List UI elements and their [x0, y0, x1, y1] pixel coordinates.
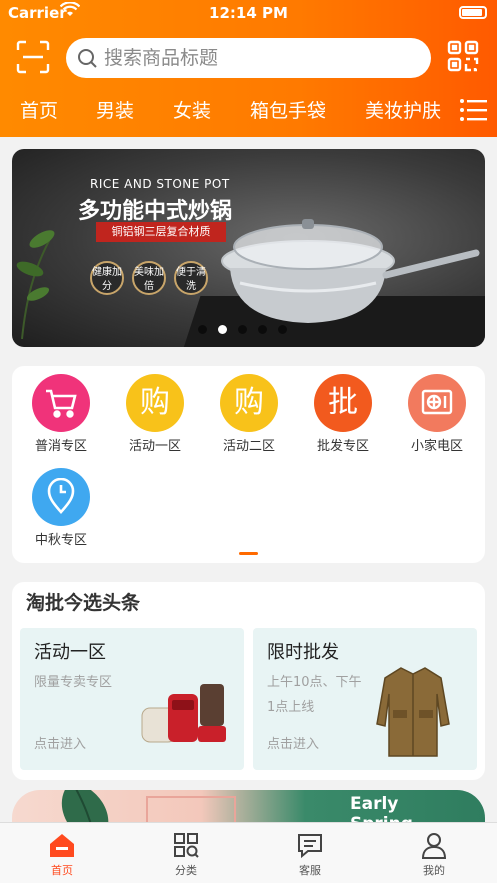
category-label: 批发专区 [316, 439, 369, 454]
nav-tab-beauty[interactable]: 美妆护肤 [365, 96, 441, 123]
tab-label: 分类 [175, 864, 197, 877]
battery-icon [459, 6, 487, 19]
clock: 12:14 PM [209, 4, 288, 22]
banner-ribbon: 铜铝钢三层复合材质 [96, 222, 226, 242]
search-icon [76, 47, 98, 69]
category-label: 中秋专区 [34, 533, 87, 548]
tab-service[interactable]: 客服 [248, 823, 372, 883]
buy-icon: 购 [126, 374, 184, 432]
tab-category[interactable]: 分类 [124, 823, 248, 883]
nav-tab-menswear[interactable]: 男装 [96, 96, 134, 123]
category-label: 活动一区 [128, 439, 181, 454]
category-label: 普消专区 [34, 439, 87, 454]
wok-image [221, 219, 480, 323]
qr-code-icon[interactable] [446, 39, 480, 73]
section-title: 淘批今选头条 [26, 592, 141, 614]
card-link[interactable]: 点击进入 [267, 733, 319, 752]
headline-card-wholesale[interactable]: 限时批发 上午10点、下午1点上线 点击进入 [253, 628, 477, 770]
tab-profile[interactable]: 我的 [372, 823, 496, 883]
category-item[interactable]: 中秋专区 [16, 462, 106, 552]
category-nav: 首页 男装 女装 箱包手袋 美妆护肤 [0, 90, 497, 130]
header: Carrier 12:14 PM 首页 男装 女装 箱包手袋 美妆护肤 [0, 0, 497, 137]
banner-badge: 健康加分 [90, 261, 124, 295]
nav-tab-bags[interactable]: 箱包手袋 [250, 96, 326, 123]
scan-icon[interactable] [14, 38, 52, 76]
appliance-icon [408, 374, 466, 432]
bottom-tab-bar: 首页 分类 客服 我的 [0, 822, 497, 883]
category-item[interactable]: 批 批发专区 [298, 368, 388, 458]
pagination-dot[interactable] [238, 325, 247, 334]
tab-label: 客服 [299, 864, 321, 877]
menu-icon[interactable] [459, 98, 487, 122]
banner-subtitle: RICE AND STONE POT [90, 177, 230, 191]
pagination-dot[interactable] [218, 325, 227, 334]
nav-tab-home[interactable]: 首页 [20, 96, 58, 123]
buy-icon: 购 [220, 374, 278, 432]
promo-line-1: Early [350, 794, 399, 814]
banner-title: 多功能中式炒锅 [78, 199, 233, 224]
card-subtitle: 限量专卖专区 [34, 675, 113, 690]
category-grid: 普消专区 购 活动一区 购 活动二区 批 批发专区 小家电区 中秋专区 [12, 366, 485, 563]
card-title: 限时批发 [267, 642, 339, 663]
chat-icon [298, 834, 322, 859]
cart-icon [32, 374, 90, 432]
card-title: 活动一区 [34, 642, 106, 663]
appliance-image [141, 684, 226, 743]
category-item[interactable]: 购 活动二区 [204, 368, 294, 458]
jacket-image [376, 667, 450, 757]
nav-tab-womenswear[interactable]: 女装 [173, 96, 211, 123]
tab-label: 我的 [423, 864, 445, 877]
home-icon [50, 834, 74, 857]
pagination-dot[interactable] [278, 325, 287, 334]
category-label: 小家电区 [410, 439, 463, 454]
category-item[interactable]: 小家电区 [392, 368, 482, 458]
banner-pagination [198, 325, 308, 335]
category-item[interactable]: 普消专区 [16, 368, 106, 458]
grid-icon [174, 833, 199, 858]
location-icon [32, 468, 90, 526]
banner-badge: 便于清洗 [174, 261, 208, 295]
search-bar[interactable] [66, 38, 431, 78]
user-icon [421, 833, 447, 859]
page-indicator [239, 552, 258, 555]
promo-banner[interactable]: RICE AND STONE POT 多功能中式炒锅 铜铝钢三层复合材质 健康加… [12, 149, 485, 347]
headlines-section: 淘批今选头条 活动一区 限量专卖专区 点击进入 限时批发 上午10点、下午1点上… [12, 582, 485, 780]
search-input[interactable] [104, 38, 414, 78]
status-bar: Carrier 12:14 PM [0, 0, 497, 26]
headline-card-activity[interactable]: 活动一区 限量专卖专区 点击进入 [20, 628, 244, 770]
plant-decoration [16, 230, 55, 339]
banner-badge: 美味加倍 [132, 261, 166, 295]
card-subtitle: 上午10点、下午1点上线 [267, 675, 362, 715]
pagination-dot[interactable] [198, 325, 207, 334]
card-link[interactable]: 点击进入 [34, 733, 86, 752]
tab-label: 首页 [51, 864, 73, 877]
pagination-dot[interactable] [258, 325, 267, 334]
wholesale-icon: 批 [314, 374, 372, 432]
category-item[interactable]: 购 活动一区 [110, 368, 200, 458]
category-label: 活动二区 [222, 439, 275, 454]
tab-home[interactable]: 首页 [0, 823, 124, 883]
